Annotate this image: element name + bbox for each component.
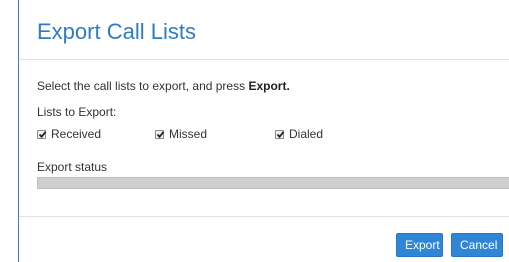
instructions-text: Select the call lists to export, and pre… [37, 79, 290, 93]
missed-checkbox[interactable] [155, 129, 165, 139]
export-progress-bar [37, 177, 509, 189]
dialog-title: Export Call Lists [37, 19, 196, 44]
dialed-option[interactable]: Dialed [275, 126, 323, 142]
title-divider [19, 59, 509, 60]
export-button[interactable]: Export [396, 233, 443, 257]
list-checkboxes: Received Missed Dialed [19, 126, 509, 142]
received-checkbox[interactable] [37, 129, 47, 139]
dialed-label: Dialed [289, 127, 324, 141]
missed-label: Missed [169, 127, 208, 141]
received-option[interactable]: Received [37, 126, 101, 142]
checkmark-icon [38, 130, 47, 138]
checkmark-icon [276, 130, 285, 138]
missed-option[interactable]: Missed [155, 126, 207, 142]
export-call-lists-dialog: Export Call Lists Select the call lists … [18, 0, 509, 262]
checkmark-icon [156, 130, 165, 138]
instructions-bold: Export. [248, 79, 290, 93]
dialed-checkbox[interactable] [275, 129, 285, 139]
cancel-button[interactable]: Cancel [451, 233, 503, 257]
footer-divider [19, 216, 509, 217]
export-status-label: Export status [37, 160, 108, 174]
instructions-prefix: Select the call lists to export, and pre… [37, 79, 249, 93]
lists-to-export-label: Lists to Export: [37, 105, 117, 119]
page: Export Call Lists Select the call lists … [0, 0, 509, 262]
received-label: Received [51, 127, 102, 141]
